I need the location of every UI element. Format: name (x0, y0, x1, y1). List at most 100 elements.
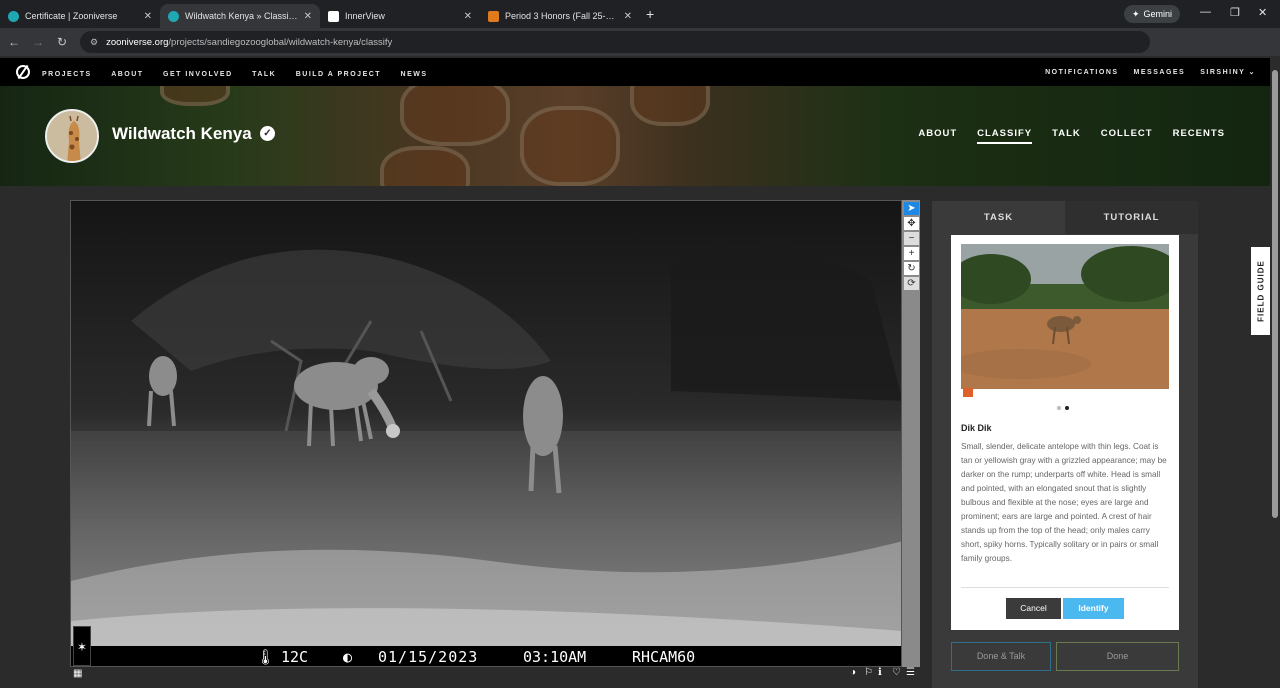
close-window-icon[interactable]: ✕ (1258, 6, 1267, 19)
nav-about-link[interactable]: ABOUT (111, 71, 143, 78)
project-about-link[interactable]: ABOUT (918, 128, 957, 144)
carousel-dot-active[interactable] (1065, 406, 1069, 410)
project-header: Wildwatch Kenya ✓ ABOUT CLASSIFY TALK CO… (0, 86, 1270, 186)
tab-task[interactable]: TASK (932, 201, 1065, 234)
project-collect-link[interactable]: COLLECT (1101, 128, 1153, 144)
project-avatar[interactable] (45, 109, 99, 163)
move-tool-icon[interactable]: ✥ (904, 217, 919, 230)
tab-title: Certificate | Zooniverse (25, 11, 118, 21)
favorite-heart-icon[interactable]: ♡ (892, 667, 901, 678)
nav-projects-link[interactable]: PROJECTS (42, 71, 92, 78)
nav-get-involved-link[interactable]: GET INVOLVED (163, 71, 233, 78)
field-guide-tab[interactable]: FIELD GUIDE (1251, 247, 1271, 335)
scrollbar-thumb[interactable] (1272, 70, 1278, 518)
zooniverse-user-links: NOTIFICATIONS MESSAGES SIRSHINY ⌄ (1030, 58, 1256, 86)
site-info-icon[interactable]: ⚙ (90, 37, 98, 48)
flag-icon[interactable]: ⚐ (864, 667, 873, 678)
sparkle-icon: ✦ (1132, 8, 1140, 19)
url-path: /projects/sandiegozooglobal/wildwatch-ke… (168, 36, 393, 48)
grid-icon[interactable]: ▦ (73, 668, 82, 679)
carousel-dot[interactable] (1057, 406, 1061, 410)
close-tab-icon[interactable]: ✕ (304, 11, 312, 22)
camera-time: 03:10AM (523, 648, 587, 666)
nav-news-link[interactable]: NEWS (401, 71, 428, 78)
task-panel: TASK TUTORIAL Dik Dik Small, slender, de… (932, 201, 1198, 688)
photo-carousel-dots (1057, 406, 1069, 410)
classroom-favicon-icon (488, 10, 499, 22)
moon-phase-icon: ◐ (343, 648, 353, 666)
tab-title: InnerView (345, 11, 385, 21)
nav-talk-link[interactable]: TALK (252, 71, 276, 78)
chevron-down-icon: ⌄ (1248, 69, 1256, 76)
camera-trap-photo (71, 201, 901, 666)
messages-link[interactable]: MESSAGES (1134, 69, 1186, 76)
camera-temperature: 12C (281, 648, 309, 666)
species-name: Dik Dik (961, 423, 992, 433)
notifications-link[interactable]: NOTIFICATIONS (1045, 69, 1118, 76)
zoom-in-icon[interactable]: + (904, 247, 919, 260)
reset-view-icon[interactable]: ⟳ (904, 277, 919, 290)
project-recents-link[interactable]: RECENTS (1173, 128, 1225, 144)
browning-logo: ✶ (73, 626, 91, 666)
identify-button[interactable]: Identify (1063, 598, 1124, 619)
browser-tab-bar: Certificate | Zooniverse ✕ Wildwatch Ken… (0, 0, 1280, 28)
browser-tab-classify[interactable]: Wildwatch Kenya » Classify — Z ✕ (160, 4, 320, 28)
url-bar[interactable]: ⚙ zooniverse.org/projects/sandiegozooglo… (80, 31, 1150, 53)
restore-icon[interactable]: ❐ (1230, 6, 1240, 19)
done-and-talk-button[interactable]: Done & Talk (951, 642, 1051, 671)
gemini-label: Gemini (1143, 9, 1173, 19)
nav-build-project-link[interactable]: BUILD A PROJECT (296, 71, 381, 78)
pointer-tool-icon[interactable]: ➤ (904, 202, 919, 215)
subject-image[interactable]: ✶ 🌡 12C ◐ 01/15/2023 03:10AM RHCAM60 (70, 200, 902, 667)
camera-id: RHCAM60 (632, 648, 696, 666)
user-menu-link[interactable]: SIRSHINY ⌄ (1200, 68, 1256, 76)
species-detail-card: Dik Dik Small, slender, delicate antelop… (951, 235, 1179, 630)
cancel-button[interactable]: Cancel (1006, 598, 1061, 619)
address-toolbar: ← → ↻ ⚙ zooniverse.org/projects/sandiego… (0, 28, 1280, 76)
thermometer-icon: 🌡 (256, 648, 276, 666)
zooniverse-favicon-icon (8, 10, 19, 22)
info-icon[interactable]: ℹ (878, 667, 882, 678)
minimize-icon[interactable]: — (1200, 6, 1211, 18)
url-host: zooniverse.org (106, 36, 169, 48)
species-description: Small, slender, delicate antelope with t… (961, 442, 1167, 563)
project-title[interactable]: Wildwatch Kenya (112, 124, 252, 144)
species-example-photo[interactable] (961, 244, 1169, 399)
forward-arrow-icon[interactable]: → (26, 35, 50, 49)
browser-tab-innerview[interactable]: InnerView ✕ (320, 4, 480, 28)
new-tab-button[interactable]: + (646, 6, 654, 22)
task-tabs: TASK TUTORIAL (932, 201, 1198, 234)
page-scrollbar[interactable] (1270, 58, 1280, 688)
browser-tab-period3[interactable]: Period 3 Honors (Fall 25-26) En ✕ (480, 4, 640, 28)
back-arrow-icon[interactable]: ← (2, 35, 26, 49)
close-tab-icon[interactable]: ✕ (624, 11, 632, 22)
project-nav: ABOUT CLASSIFY TALK COLLECT RECENTS (918, 128, 1225, 144)
zooniverse-nav-bar: PROJECTS ABOUT GET INVOLVED TALK BUILD A… (0, 58, 1270, 86)
done-button[interactable]: Done (1056, 642, 1179, 671)
gemini-button[interactable]: ✦ Gemini (1124, 5, 1181, 23)
browser-tab-certificate[interactable]: Certificate | Zooniverse ✕ (0, 4, 160, 28)
project-talk-link[interactable]: TALK (1052, 128, 1081, 144)
image-toolbar: ➤ ✥ − + ↻ ⟳ (902, 200, 920, 667)
tab-tutorial[interactable]: TUTORIAL (1065, 201, 1198, 234)
field-guide-label: FIELD GUIDE (1256, 260, 1266, 322)
close-tab-icon[interactable]: ✕ (144, 11, 152, 22)
zooniverse-main-links: PROJECTS ABOUT GET INVOLVED TALK BUILD A… (42, 63, 443, 81)
camera-info-strip: ✶ 🌡 12C ◐ 01/15/2023 03:10AM RHCAM60 (71, 626, 901, 666)
tab-title: Wildwatch Kenya » Classify — Z (185, 11, 298, 21)
project-classify-link[interactable]: CLASSIFY (977, 128, 1033, 144)
invert-icon[interactable]: ◑ (850, 667, 856, 678)
close-tab-icon[interactable]: ✕ (464, 11, 472, 22)
username: SIRSHINY (1200, 69, 1246, 76)
zooniverse-favicon-icon (168, 10, 179, 22)
collect-list-icon[interactable]: ☰ (906, 667, 915, 678)
camera-date: 01/15/2023 (378, 648, 479, 666)
rotate-icon[interactable]: ↻ (904, 262, 919, 275)
innerview-favicon-icon (328, 10, 339, 22)
reload-icon[interactable]: ↻ (50, 35, 74, 49)
zoom-out-icon[interactable]: − (904, 232, 919, 245)
verified-check-icon: ✓ (260, 126, 275, 141)
subject-controls: ▦ ◑ ⚐ ℹ ♡ ☰ (70, 667, 920, 681)
tab-title: Period 3 Honors (Fall 25-26) En (505, 11, 618, 21)
zooniverse-logo-icon[interactable] (16, 65, 30, 79)
